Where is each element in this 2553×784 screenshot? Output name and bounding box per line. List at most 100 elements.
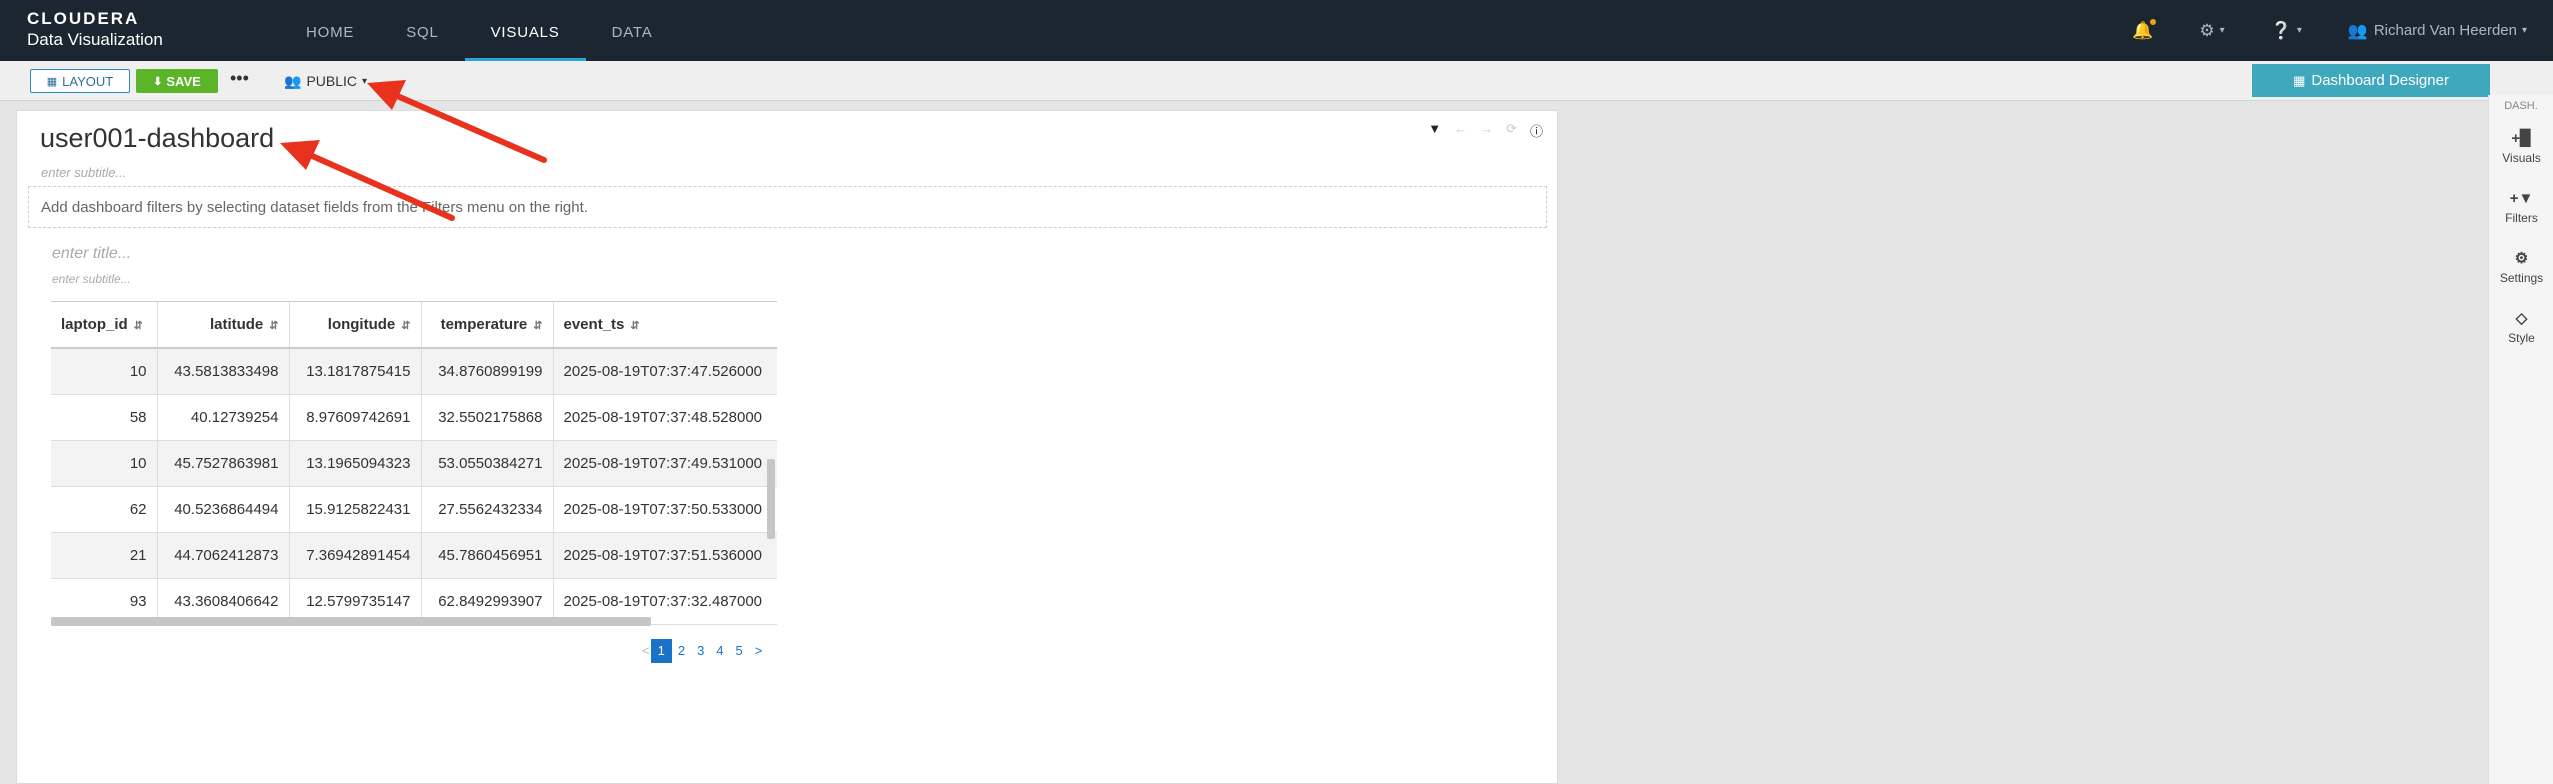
dashboard-canvas: user001-dashboard enter subtitle... ▼ ← …: [16, 110, 1558, 784]
user-icon: 👥: [2347, 22, 2368, 40]
arrow-left-icon[interactable]: ←: [1454, 121, 1467, 140]
table-row[interactable]: 62 40.5236864494 15.9125822431 27.556243…: [51, 486, 777, 533]
table-row[interactable]: 10 45.7527863981 13.1965094323 53.055038…: [51, 440, 777, 487]
panel-item-visuals[interactable]: +▉ Visuals: [2489, 117, 2553, 177]
sort-icon: ⇵: [630, 320, 640, 332]
layout-button[interactable]: ▦ LAYOUT: [30, 69, 130, 93]
pagination-page[interactable]: 3: [691, 639, 710, 663]
sort-icon: ⇵: [133, 320, 143, 332]
table-row[interactable]: 10 43.5813833498 13.1817875415 34.876089…: [51, 348, 777, 395]
nav-right: 🔔 ⚙ ▾ ❔ ▾ 👥 Richard Van Heerden ▾: [2132, 0, 2553, 61]
table-row[interactable]: 21 44.7062412873 7.36942891454 45.786045…: [51, 532, 777, 579]
panel-item-label: Filters: [2505, 210, 2538, 225]
nav-home[interactable]: HOME: [280, 0, 380, 61]
panel-item-filters[interactable]: +▼ Filters: [2489, 177, 2553, 237]
table-cell: 2025-08-19T07:37:49.531000: [553, 440, 777, 487]
column-header[interactable]: laptop_id ⇵: [51, 302, 158, 349]
refresh-icon[interactable]: ⟳: [1506, 121, 1517, 140]
panel-header: DASH.: [2504, 100, 2538, 112]
nav-sql[interactable]: SQL: [380, 0, 464, 61]
table-cell: 40.12739254: [157, 394, 290, 441]
visibility-dropdown[interactable]: 👥 PUBLIC ▾: [284, 69, 367, 93]
user-menu-button[interactable]: 👥 Richard Van Heerden ▾: [2348, 21, 2527, 41]
panel-item-label: Visuals: [2502, 150, 2541, 165]
table-cell: 15.9125822431: [289, 486, 422, 533]
pagination-next[interactable]: >: [749, 639, 769, 663]
panel-item-settings[interactable]: ⚙ Settings: [2489, 237, 2553, 297]
sort-icon: ⇵: [401, 320, 411, 332]
save-label: SAVE: [166, 73, 201, 89]
table-cell: 45.7860456951: [421, 532, 554, 579]
table-cell: 32.5502175868: [421, 394, 554, 441]
table-cell: 34.8760899199: [421, 348, 554, 395]
table-cell: 21: [51, 532, 158, 579]
right-side-panel: DASH. +▉ Visuals +▼ Filters ⚙ Settings ◇…: [2488, 95, 2553, 784]
column-header[interactable]: temperature ⇵: [421, 302, 554, 349]
table-cell: 10: [51, 348, 158, 395]
table-cell: 44.7062412873: [157, 532, 290, 579]
table-cell: 2025-08-19T07:37:47.526000: [553, 348, 777, 395]
table-cell: 58: [51, 394, 158, 441]
visual-title[interactable]: enter title...: [52, 245, 131, 263]
data-table-container: laptop_id ⇵ latitude ⇵ longitude ⇵ temperat…: [51, 301, 777, 628]
user-name: Richard Van Heerden: [2373, 22, 2517, 39]
visual-subtitle[interactable]: enter subtitle...: [52, 272, 131, 286]
filter-plus-icon: +▼: [2509, 189, 2534, 207]
top-nav-bar: CLOUDERA Data Visualization HOME SQL VIS…: [0, 0, 2553, 61]
users-icon: 👥: [284, 72, 302, 89]
table-cell: 13.1965094323: [289, 440, 422, 487]
table-cell: 40.5236864494: [157, 486, 290, 533]
arrow-right-icon[interactable]: →: [1480, 121, 1493, 140]
column-header[interactable]: latitude ⇵: [157, 302, 290, 349]
nav-visuals[interactable]: VISUALS: [464, 0, 586, 61]
chevron-down-icon: ▾: [362, 75, 368, 87]
column-header[interactable]: event_ts ⇵: [553, 302, 777, 349]
dashboard-designer-button[interactable]: ▦ Dashboard Designer: [2252, 64, 2490, 97]
main-nav: HOME SQL VISUALS DATA: [280, 0, 679, 61]
table-row[interactable]: 58 40.12739254 8.97609742691 32.55021758…: [51, 394, 777, 441]
table-cell: 43.5813833498: [157, 348, 290, 395]
pagination-page[interactable]: 2: [672, 639, 691, 663]
pagination-page[interactable]: 4: [710, 639, 729, 663]
table-cell: 7.36942891454: [289, 532, 422, 579]
cogs-icon: ⚙: [2514, 249, 2529, 267]
table-cell: 2025-08-19T07:37:48.528000: [553, 394, 777, 441]
help-icon: ❔: [2270, 20, 2292, 40]
dashboard-toolbar: ▦ LAYOUT ⬇ SAVE ••• 👥 PUBLIC ▾ ▦ Dashboa…: [0, 61, 2553, 101]
dashboard-subtitle[interactable]: enter subtitle...: [41, 165, 126, 180]
layout-label: LAYOUT: [62, 73, 114, 89]
table-cell: 2025-08-19T07:37:50.533000: [553, 486, 777, 533]
settings-menu-button[interactable]: ⚙ ▾: [2199, 21, 2224, 41]
nav-data[interactable]: DATA: [586, 0, 679, 61]
table-cell: 13.1817875415: [289, 348, 422, 395]
chevron-down-icon: ▾: [2219, 25, 2225, 36]
column-header[interactable]: longitude ⇵: [289, 302, 422, 349]
brand-logo[interactable]: CLOUDERA Data Visualization: [27, 10, 163, 50]
table-cell: 53.0550384271: [421, 440, 554, 487]
vertical-scrollbar[interactable]: [767, 459, 775, 539]
dashboard-title[interactable]: user001-dashboard: [40, 123, 274, 154]
pagination-page[interactable]: 1: [650, 639, 672, 663]
table-cell: 62: [51, 486, 158, 533]
info-icon[interactable]: ⓘ: [1530, 121, 1543, 140]
pagination: < 1 2 3 4 5 >: [641, 639, 768, 663]
help-menu-button[interactable]: ❔ ▾: [2271, 21, 2302, 41]
visibility-label: PUBLIC: [306, 73, 358, 89]
table-cell: 27.5562432334: [421, 486, 554, 533]
more-options-button[interactable]: •••: [230, 69, 249, 93]
pagination-page[interactable]: 5: [730, 639, 749, 663]
data-table: laptop_id ⇵ latitude ⇵ longitude ⇵ temperat…: [51, 302, 777, 625]
table-header-row: laptop_id ⇵ latitude ⇵ longitude ⇵ temperat…: [51, 302, 777, 349]
layout-icon: ▦: [46, 75, 58, 88]
dashboard-icon: ▦: [2293, 72, 2306, 88]
panel-item-style[interactable]: ◇ Style: [2489, 297, 2553, 357]
chevron-down-icon: ▾: [2296, 25, 2302, 36]
bar-chart-plus-icon: +▉: [2511, 129, 2532, 147]
notifications-button[interactable]: 🔔: [2132, 18, 2157, 41]
save-button[interactable]: ⬇ SAVE: [136, 69, 218, 93]
horizontal-scrollbar[interactable]: [51, 617, 651, 626]
filter-icon[interactable]: ▼: [1428, 121, 1441, 140]
brand-product: Data Visualization: [27, 30, 163, 49]
download-icon: ⬇: [153, 75, 163, 88]
pagination-prev[interactable]: <: [641, 639, 651, 663]
